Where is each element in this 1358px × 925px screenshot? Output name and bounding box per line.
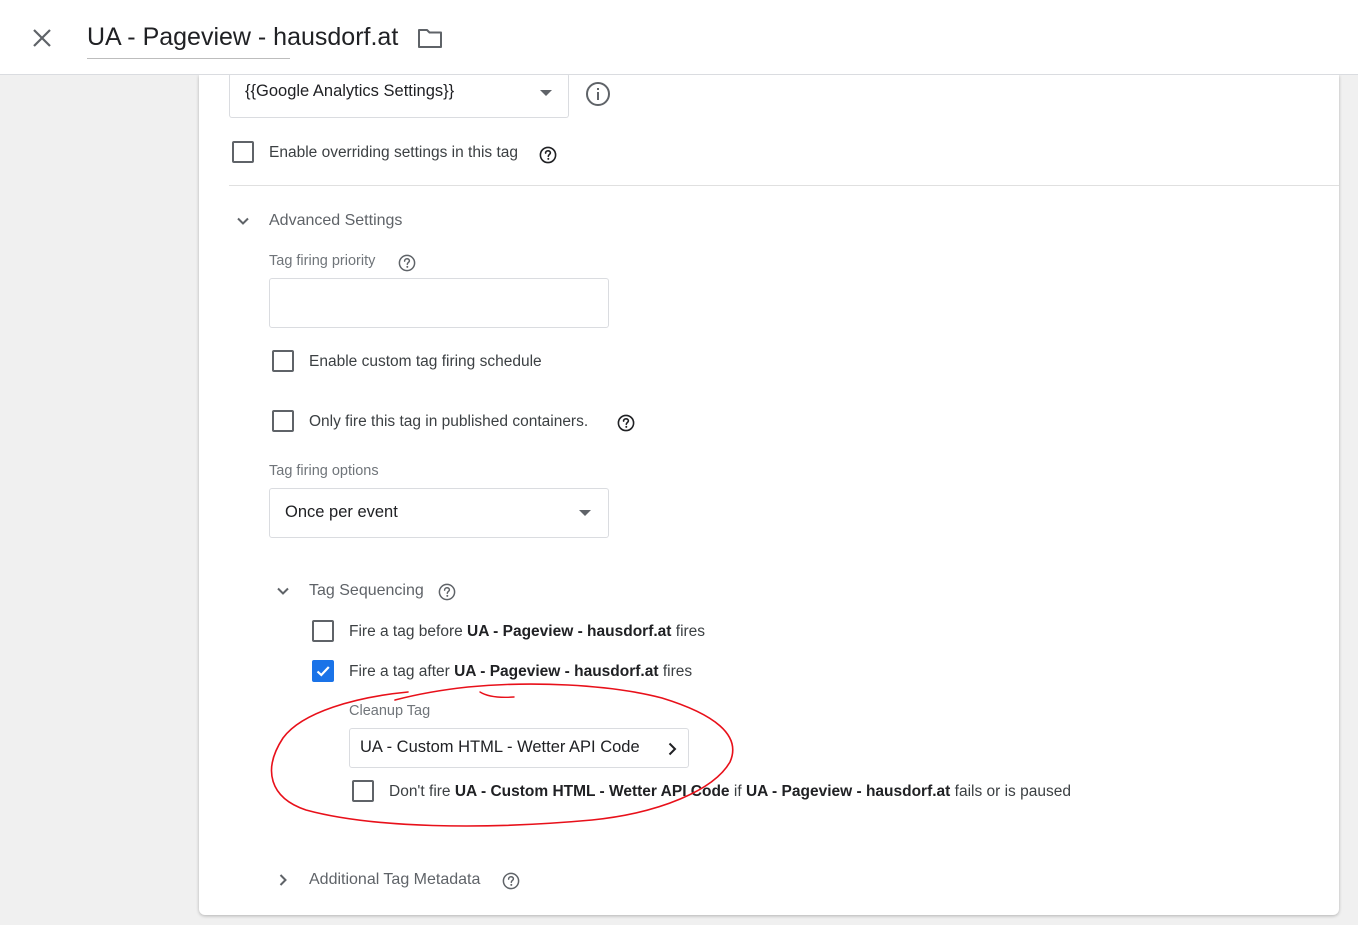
tag-configuration-panel: {{Google Analytics Settings}} Enable ove… (199, 73, 1339, 915)
dont-fire-cleanup-tag: UA - Custom HTML - Wetter API Code (454, 783, 730, 800)
firing-priority-input[interactable] (269, 278, 609, 328)
additional-metadata-title[interactable]: Additional Tag Metadata (309, 871, 480, 889)
cleanup-tag-value: UA - Custom HTML - Wetter API Code (360, 738, 640, 756)
ga-settings-value: {{Google Analytics Settings}} (245, 82, 455, 100)
checkmark-icon (316, 666, 330, 677)
custom-schedule-checkbox[interactable] (272, 350, 294, 372)
advanced-settings-title[interactable]: Advanced Settings (269, 212, 402, 230)
firing-options-select[interactable]: Once per event (269, 488, 609, 538)
firing-priority-label: Tag firing priority (269, 253, 376, 269)
override-settings-label: Enable overriding settings in this tag (269, 144, 519, 161)
fire-after-label: Fire a tag after UA - Pageview - hausdor… (349, 663, 693, 680)
folder-button[interactable] (416, 24, 444, 52)
cleanup-tag-label: Cleanup Tag (349, 703, 431, 719)
help-icon[interactable] (438, 583, 456, 601)
dropdown-arrow-icon (540, 90, 552, 96)
editor-header: UA - Pageview - hausdorf.at (0, 0, 1358, 75)
tag-sequencing-title[interactable]: Tag Sequencing (309, 582, 424, 600)
chevron-down-icon[interactable] (275, 583, 291, 599)
fire-before-label: Fire a tag before UA - Pageview - hausdo… (349, 623, 706, 640)
chevron-down-icon[interactable] (235, 213, 251, 229)
dont-fire-checkbox[interactable] (352, 780, 374, 802)
tag-name: UA - Pageview - hausdorf.at (87, 23, 399, 51)
custom-schedule-label: Enable custom tag firing schedule (309, 353, 542, 370)
dont-fire-label: Don't fire UA - Custom HTML - Wetter API… (389, 783, 1071, 800)
fire-after-checkbox[interactable] (312, 660, 334, 682)
help-icon[interactable] (502, 872, 520, 890)
help-icon[interactable] (617, 414, 635, 432)
section-divider (229, 185, 1339, 186)
fire-before-checkbox[interactable] (312, 620, 334, 642)
override-settings-checkbox[interactable] (232, 141, 254, 163)
info-icon (586, 82, 610, 106)
firing-options-label: Tag firing options (269, 463, 379, 479)
firing-options-value: Once per event (285, 503, 398, 521)
close-icon (33, 29, 51, 47)
chevron-right-icon[interactable] (275, 872, 291, 888)
tag-name-field[interactable]: UA - Pageview - hausdorf.at (87, 20, 399, 59)
ga-settings-select[interactable]: {{Google Analytics Settings}} (229, 73, 569, 118)
folder-icon (418, 29, 442, 48)
cleanup-tag-select[interactable]: UA - Custom HTML - Wetter API Code (349, 728, 689, 768)
dont-fire-main-tag: UA - Pageview - hausdorf.at (745, 783, 951, 800)
published-only-checkbox[interactable] (272, 410, 294, 432)
help-icon[interactable] (398, 254, 416, 272)
help-icon[interactable] (539, 146, 557, 164)
close-button[interactable] (28, 24, 56, 52)
info-button[interactable] (585, 81, 611, 107)
fire-before-tag-name: UA - Pageview - hausdorf.at (467, 623, 672, 640)
chevron-right-icon (668, 742, 677, 756)
published-only-label: Only fire this tag in published containe… (309, 413, 589, 430)
fire-after-tag-name: UA - Pageview - hausdorf.at (454, 663, 659, 680)
dropdown-arrow-icon (579, 510, 591, 516)
